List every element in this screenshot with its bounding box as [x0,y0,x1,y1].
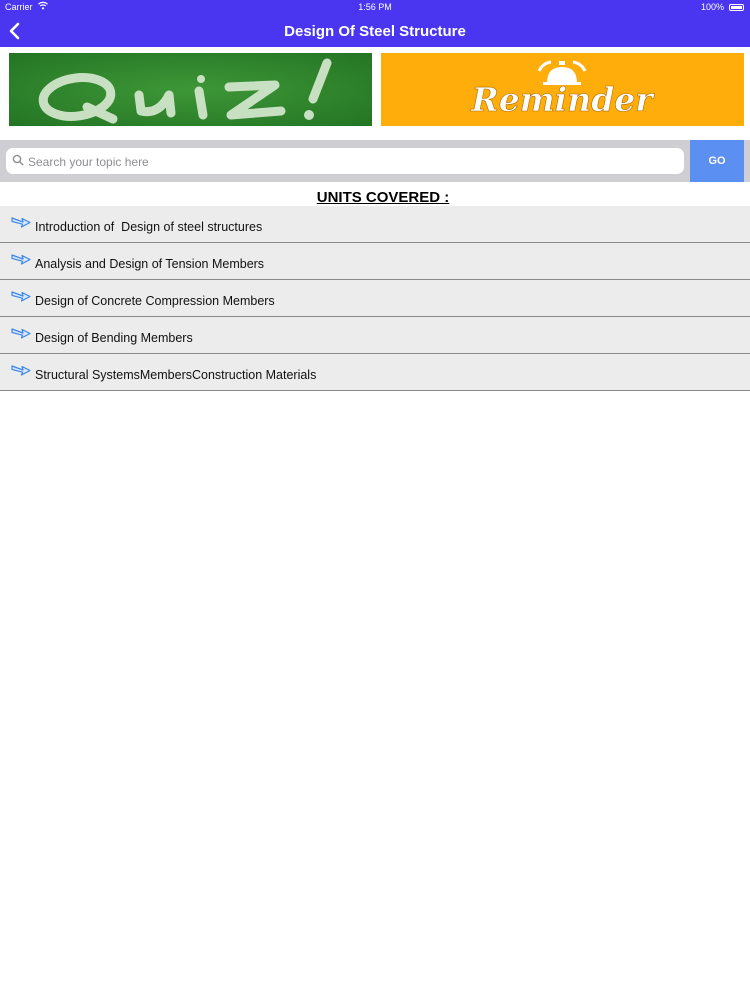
list-item-label: Introduction of Design of steel structur… [35,220,263,234]
list-item[interactable]: Design of Concrete Compression Members [0,280,750,317]
arrow-right-icon [11,254,31,265]
reminder-logo: Reminder [381,53,744,126]
quiz-banner[interactable] [9,53,372,126]
list-item[interactable]: Structural SystemsMembersConstruction Ma… [0,354,750,391]
units-heading: UNITS COVERED : [316,189,450,206]
quiz-logo [9,53,372,126]
search-input[interactable] [26,150,670,174]
battery-percent: 100% [700,2,724,12]
list-item[interactable]: Analysis and Design of Tension Members [0,243,750,280]
status-time: 1:56 PM [358,2,392,12]
search-bar: GO [0,140,750,182]
go-button-label: GO [708,155,726,167]
search-icon [12,154,24,166]
nav-bar: Design Of Steel Structure [0,16,750,47]
svg-text:Reminder: Reminder [470,80,655,119]
arrow-right-icon [11,328,31,339]
arrow-right-icon [11,365,31,376]
reminder-banner[interactable]: Reminder [381,53,744,126]
status-bar: Carrier 1:56 PM 100% [0,0,750,16]
list-item-label: Design of Bending Members [35,331,193,345]
search-field [6,148,684,174]
battery-icon [729,4,744,11]
list-item-label: Analysis and Design of Tension Members [35,257,265,271]
list-item[interactable]: Introduction of Design of steel structur… [0,206,750,243]
units-list: Introduction of Design of steel structur… [0,206,750,391]
arrow-right-icon [11,291,31,302]
list-item-label: Design of Concrete Compression Members [35,294,275,308]
list-item-label: Structural SystemsMembersConstruction Ma… [35,368,317,382]
page-title: Design Of Steel Structure [284,23,466,40]
list-item[interactable]: Design of Bending Members [0,317,750,354]
go-button[interactable]: GO [690,140,744,182]
arrow-right-icon [11,217,31,228]
